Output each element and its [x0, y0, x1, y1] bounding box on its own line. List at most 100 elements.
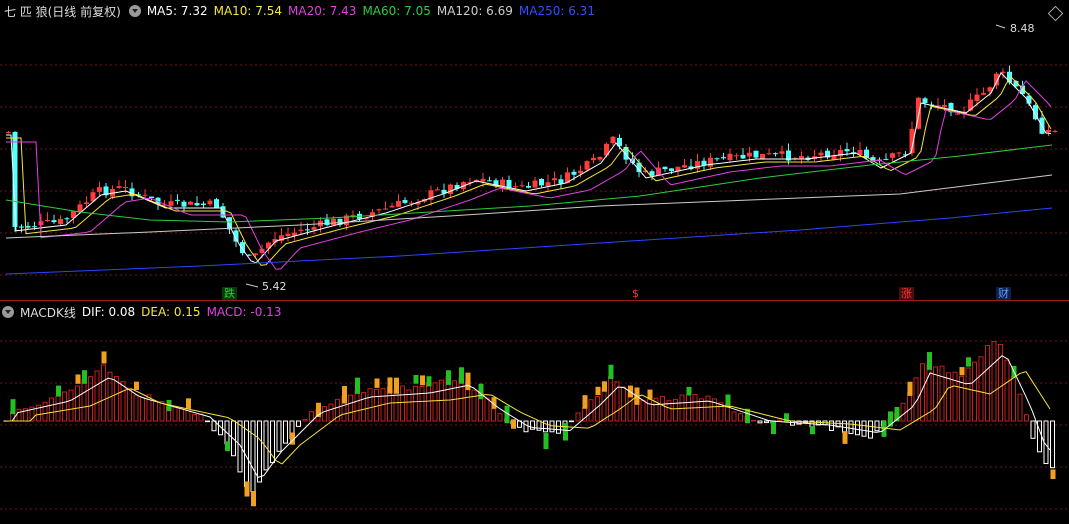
macd-bar-negative — [874, 420, 880, 432]
price-title: 七 匹 狼(日线 前复权) — [4, 4, 121, 19]
macd-bar-positive — [965, 367, 971, 422]
candle-body — [584, 161, 590, 170]
macd-bar-positive — [55, 395, 61, 422]
macd-bar-positive — [601, 387, 607, 422]
event-marker-dividend[interactable]: $ — [630, 287, 641, 300]
macd-chart-canvas[interactable] — [0, 301, 1069, 524]
ma20-line — [6, 80, 1052, 270]
macd-kline-body — [225, 441, 230, 452]
candle-body — [448, 184, 453, 194]
macd-kline-body — [251, 491, 256, 507]
macd-bar-positive — [374, 388, 379, 422]
macd-bar-positive — [673, 398, 678, 422]
event-marker-fall[interactable]: 跌 — [222, 287, 237, 300]
candle-body — [519, 185, 525, 187]
event-marker-finance[interactable]: 财 — [996, 287, 1011, 300]
candle-body — [188, 201, 193, 205]
candle-body — [955, 113, 960, 115]
macd-bar-positive — [640, 399, 646, 422]
macd-kline-body — [459, 367, 464, 384]
macd-bar-positive — [738, 413, 743, 422]
low-marker-leader — [245, 283, 259, 288]
candle-body — [890, 153, 895, 158]
candle-body — [682, 165, 687, 168]
candle-body — [51, 220, 57, 223]
ma5-line — [6, 72, 1052, 264]
candle-body — [597, 156, 603, 160]
macd-kline-body — [608, 364, 614, 380]
candle-body — [142, 194, 148, 196]
macd-bar-positive — [328, 403, 334, 422]
macd-kline-body — [966, 357, 971, 367]
price-chart-canvas[interactable] — [0, 0, 1069, 300]
candle-body — [207, 200, 213, 205]
candle-body — [32, 226, 37, 228]
macd-bar-negative — [1043, 420, 1049, 465]
macd-bar-positive — [419, 385, 425, 422]
macd-kline-body — [582, 395, 588, 409]
macd-bar-positive — [413, 385, 418, 422]
macd-bar-negative — [764, 420, 769, 424]
macd-label: MACD: -0.13 — [206, 305, 282, 319]
candle-body — [64, 218, 70, 220]
macd-bar-positive — [322, 406, 327, 422]
macd-bar-positive — [1017, 393, 1023, 422]
candle-body — [201, 203, 206, 205]
macd-bar-negative — [276, 420, 282, 452]
macd-bar-negative — [569, 420, 574, 423]
candle-body — [818, 152, 824, 156]
event-marker-rise[interactable]: 涨 — [899, 287, 914, 300]
candle-body — [84, 202, 89, 204]
macd-kline-body — [134, 381, 139, 390]
candle-body — [896, 152, 902, 154]
macd-kline-body — [82, 370, 87, 384]
candle-body — [331, 218, 336, 226]
macd-kline-body — [511, 419, 516, 429]
macd-bar-positive — [1004, 359, 1010, 422]
macd-bar-positive — [367, 388, 373, 422]
macd-bar-positive — [426, 382, 431, 422]
dea-line — [6, 370, 1051, 465]
candle-body — [753, 150, 759, 158]
candle-body — [747, 152, 752, 157]
macd-bar-negative — [205, 420, 210, 423]
candle-body — [669, 168, 674, 171]
collapse-icon[interactable] — [128, 5, 141, 17]
candle-body — [844, 149, 850, 152]
macd-legend: MACDK线 DIF: 0.08 DEA: 0.15 MACD: -0.13 — [0, 301, 287, 323]
candle-body — [298, 229, 304, 231]
macd-kline-body — [465, 372, 471, 391]
price-chart-pane[interactable]: 七 匹 狼(日线 前复权) MA5: 7.32 MA10: 7.54 MA20:… — [0, 0, 1069, 300]
candle-body — [168, 201, 174, 206]
macd-collapse-icon[interactable] — [2, 306, 14, 318]
candle-body — [591, 157, 596, 161]
macd-bar-positive — [75, 385, 80, 422]
macd-kline-body — [387, 377, 393, 394]
candle-body — [123, 186, 128, 188]
macd-bar-positive — [731, 411, 737, 422]
candle-body — [25, 225, 31, 228]
candle-body — [545, 182, 551, 187]
macd-bar-positive — [647, 399, 652, 422]
macd-chart-pane[interactable]: MACDK线 DIF: 0.08 DEA: 0.15 MACD: -0.13 — [0, 301, 1069, 524]
macd-kline-body — [1050, 469, 1056, 480]
macd-kline-body — [374, 378, 380, 388]
macd-kline-body — [355, 377, 360, 394]
macd-title: MACDK线 — [20, 305, 76, 320]
candle-body — [662, 166, 668, 170]
macd-bar-positive — [432, 382, 438, 422]
macd-bar-negative — [250, 420, 256, 493]
ma250-label: MA250: 6.31 — [518, 4, 595, 18]
macd-bar-negative — [296, 420, 301, 427]
candle-body — [487, 180, 492, 182]
candle-body — [181, 201, 187, 207]
macd-kline-body — [56, 385, 61, 397]
price-legend: 七 匹 狼(日线 前复权) MA5: 7.32 MA10: 7.54 MA20:… — [0, 0, 601, 22]
macd-kline-body — [959, 367, 965, 376]
macd-kline-body — [907, 381, 913, 396]
macd-bar-positive — [348, 394, 353, 422]
macd-bar-positive — [354, 390, 360, 422]
macd-bar-negative — [757, 420, 763, 424]
candle-body — [526, 185, 531, 188]
dif-label: DIF: 0.08 — [81, 305, 136, 319]
